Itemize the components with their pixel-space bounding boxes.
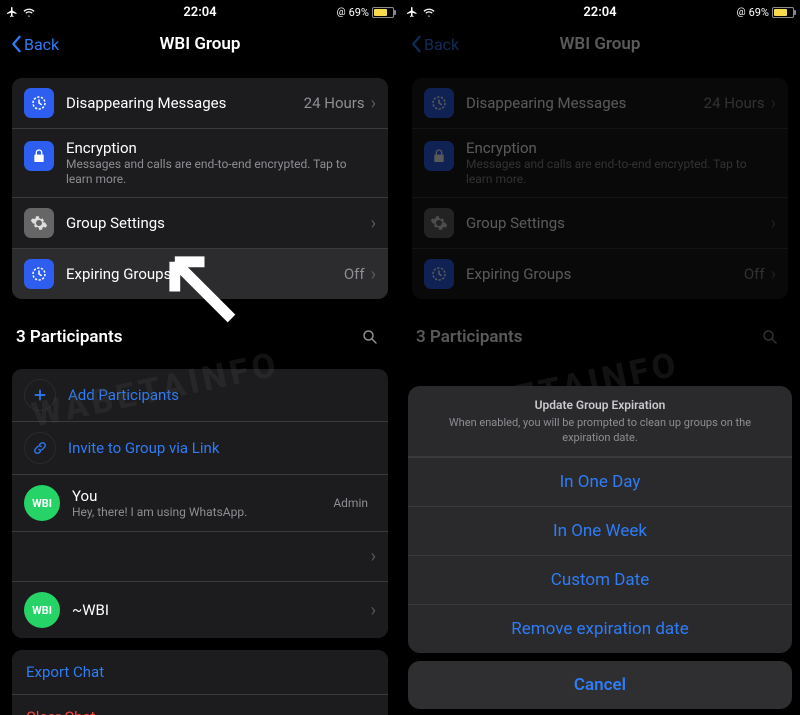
participants-header: 3 Participants bbox=[0, 311, 400, 357]
search-icon bbox=[361, 328, 379, 346]
nav-bar: Back WBI Group bbox=[0, 22, 400, 66]
clear-chat-button[interactable]: Clear Chat bbox=[12, 694, 388, 715]
admin-badge: Admin bbox=[333, 496, 368, 510]
row-label: Invite to Group via Link bbox=[68, 439, 376, 457]
row-participant-empty[interactable]: › bbox=[12, 531, 388, 581]
avatar: WBI bbox=[24, 592, 60, 628]
participants-section: Add Participants Invite to Group via Lin… bbox=[12, 369, 388, 638]
row-expiring-groups[interactable]: Expiring Groups Off › bbox=[12, 248, 388, 299]
row-group-settings[interactable]: Group Settings › bbox=[12, 197, 388, 248]
airplane-icon bbox=[6, 6, 18, 18]
actions-section: Export Chat Clear Chat bbox=[12, 650, 388, 715]
row-value: 24 Hours bbox=[304, 94, 365, 112]
timer-icon bbox=[24, 88, 54, 118]
sheet-cancel-button[interactable]: Cancel bbox=[408, 661, 792, 709]
sheet-options-group: Update Group Expiration When enabled, yo… bbox=[408, 386, 792, 653]
phone-right: 22:04 @ 69% Back WBI Group Disappearing … bbox=[400, 0, 800, 715]
back-button[interactable]: Back bbox=[10, 35, 59, 54]
lock-icon bbox=[24, 141, 54, 171]
back-label: Back bbox=[24, 35, 59, 54]
chevron-right-icon: › bbox=[371, 264, 376, 285]
sheet-option-one-week[interactable]: In One Week bbox=[408, 506, 792, 555]
chevron-right-icon: › bbox=[371, 93, 376, 114]
row-label: Expiring Groups bbox=[66, 265, 344, 283]
status-time: 22:04 bbox=[135, 5, 264, 20]
row-participant-you[interactable]: WBI You Hey, there! I am using WhatsApp.… bbox=[12, 474, 388, 531]
row-encryption[interactable]: Encryption Messages and calls are end-to… bbox=[12, 128, 388, 197]
sheet-header: Update Group Expiration When enabled, yo… bbox=[408, 386, 792, 457]
row-invite-link[interactable]: Invite to Group via Link bbox=[12, 421, 388, 474]
avatar: WBI bbox=[24, 485, 60, 521]
alarm-icon: @ bbox=[337, 7, 346, 18]
participant-name: ~WBI bbox=[72, 601, 369, 619]
sheet-option-one-day[interactable]: In One Day bbox=[408, 457, 792, 506]
status-bar: 22:04 @ 69% bbox=[0, 0, 400, 22]
row-value: Off bbox=[344, 265, 365, 283]
row-participant-wbi[interactable]: WBI ~WBI › bbox=[12, 581, 388, 638]
chevron-right-icon: › bbox=[371, 213, 376, 234]
participants-count: 3 Participants bbox=[16, 327, 122, 347]
battery-icon bbox=[372, 7, 394, 18]
sheet-title: Update Group Expiration bbox=[426, 398, 774, 412]
participant-name: You bbox=[72, 487, 333, 505]
row-label: Group Settings bbox=[66, 214, 369, 232]
plus-icon bbox=[24, 379, 56, 411]
timer-icon bbox=[24, 259, 54, 289]
row-sublabel: Messages and calls are end-to-end encryp… bbox=[66, 157, 376, 187]
chevron-left-icon bbox=[10, 35, 22, 53]
sheet-option-remove[interactable]: Remove expiration date bbox=[408, 604, 792, 653]
row-label: Encryption bbox=[66, 139, 376, 157]
search-button[interactable] bbox=[356, 323, 384, 351]
row-add-participants[interactable]: Add Participants bbox=[12, 369, 388, 421]
action-sheet: Update Group Expiration When enabled, yo… bbox=[408, 386, 792, 709]
row-label: Disappearing Messages bbox=[66, 94, 304, 112]
phone-left: 22:04 @ 69% Back WBI Group Disappearing … bbox=[0, 0, 400, 715]
page-title: WBI Group bbox=[0, 34, 400, 54]
wifi-icon bbox=[22, 7, 36, 18]
export-chat-button[interactable]: Export Chat bbox=[12, 650, 388, 694]
sheet-option-custom-date[interactable]: Custom Date bbox=[408, 555, 792, 604]
participant-status: Hey, there! I am using WhatsApp. bbox=[72, 505, 333, 520]
gear-icon bbox=[24, 208, 54, 238]
settings-section: Disappearing Messages 24 Hours › Encrypt… bbox=[12, 78, 388, 299]
row-disappearing[interactable]: Disappearing Messages 24 Hours › bbox=[12, 78, 388, 128]
chevron-right-icon: › bbox=[371, 546, 376, 567]
chevron-right-icon: › bbox=[371, 600, 376, 621]
sheet-message: When enabled, you will be prompted to cl… bbox=[426, 416, 774, 446]
battery-pct: 69% bbox=[349, 6, 369, 19]
link-icon bbox=[24, 432, 56, 464]
row-label: Add Participants bbox=[68, 386, 376, 404]
